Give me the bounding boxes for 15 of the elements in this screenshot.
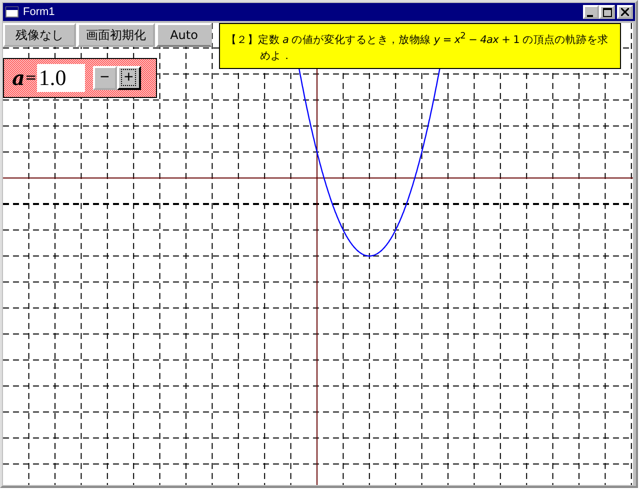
minimize-button[interactable] [583, 5, 599, 19]
maximize-icon [602, 8, 612, 17]
close-button[interactable] [617, 5, 633, 19]
maximize-button[interactable] [599, 5, 615, 19]
toolbar-button[interactable]: 画面初期化 [77, 23, 155, 47]
problem-statement: 【２】定数 a の値が変化するとき，放物線 y = x$^{2}$ − 4ax + 1 の頂点の軌跡を求めよ． [219, 23, 621, 68]
toolbar-button[interactable]: 残像なし [3, 23, 76, 47]
parameter-label: a [12, 66, 25, 90]
value-field[interactable]: 1.0 [36, 64, 85, 92]
decrement-button[interactable]: − [92, 66, 117, 90]
window-title: Form1 [23, 6, 56, 18]
equals-sign: = [24, 70, 37, 86]
toolbar-button[interactable]: Auto [156, 23, 212, 47]
close-icon [621, 8, 629, 16]
increment-button[interactable]: + [116, 66, 141, 90]
